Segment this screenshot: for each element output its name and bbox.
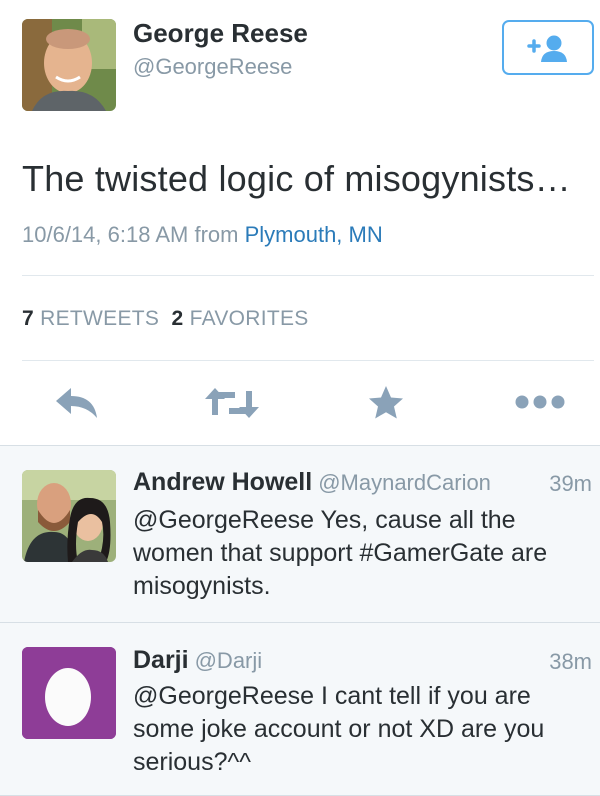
divider — [22, 360, 594, 361]
author-handle[interactable]: @GeorgeReese — [133, 54, 292, 80]
more-icon — [515, 395, 565, 409]
divider — [22, 275, 594, 276]
reply-name-text: Darji — [133, 646, 189, 674]
reply-handle: @MaynardCarion — [318, 470, 491, 495]
star-icon — [369, 386, 403, 419]
favorites-stat[interactable]: 2 FAVORITES — [171, 307, 308, 330]
favorites-label: FAVORITES — [189, 307, 309, 330]
favorites-count: 2 — [171, 307, 184, 330]
author-avatar[interactable] — [22, 19, 116, 111]
retweet-button[interactable] — [205, 385, 259, 426]
reply-text: @GeorgeReese Yes, cause all the women th… — [133, 506, 548, 600]
reply-author-name[interactable]: Andrew Howell @MaynardCarion — [133, 468, 491, 497]
replies-list: Andrew Howell @MaynardCarion 39m @GeorgeR… — [0, 446, 600, 796]
reply-time: 38m — [549, 649, 592, 674]
more-button[interactable] — [515, 394, 565, 415]
tweet-text: The twisted logic of misogynists… — [22, 158, 571, 199]
reply-handle: @Darji — [194, 648, 263, 673]
add-user-icon — [527, 35, 567, 62]
reply-avatar[interactable] — [22, 470, 116, 562]
author-name[interactable]: George Reese — [133, 18, 308, 49]
reply-text: @GeorgeReese I cant tell if you are some… — [133, 682, 545, 776]
favorite-button[interactable] — [368, 385, 404, 426]
retweets-stat[interactable]: 7 RETWEETS — [22, 307, 159, 330]
divider — [0, 622, 600, 623]
retweets-label: RETWEETS — [40, 307, 160, 330]
follow-button[interactable] — [502, 20, 594, 75]
retweets-count: 7 — [22, 307, 34, 330]
retweet-icon — [205, 388, 259, 418]
tweet-meta: 10/6/14, 6:18 AM from Plymouth, MN — [22, 222, 383, 248]
tweet-detail: George Reese @GeorgeReese The twisted lo… — [0, 0, 600, 446]
reply-time: 39m — [549, 471, 592, 496]
egg-avatar[interactable] — [22, 647, 116, 739]
tweet-stats: 7 RETWEETS 2 FAVORITES — [22, 307, 309, 331]
from-label: from — [194, 222, 239, 247]
tweet-location[interactable]: Plymouth, MN — [245, 222, 383, 247]
reply-icon — [56, 388, 97, 418]
reply-name-text: Andrew Howell — [133, 468, 313, 496]
tweet-timestamp[interactable]: 10/6/14, 6:18 AM — [22, 222, 188, 247]
reply-author-name[interactable]: Darji @Darji — [133, 646, 262, 675]
reply-button[interactable] — [54, 385, 100, 426]
